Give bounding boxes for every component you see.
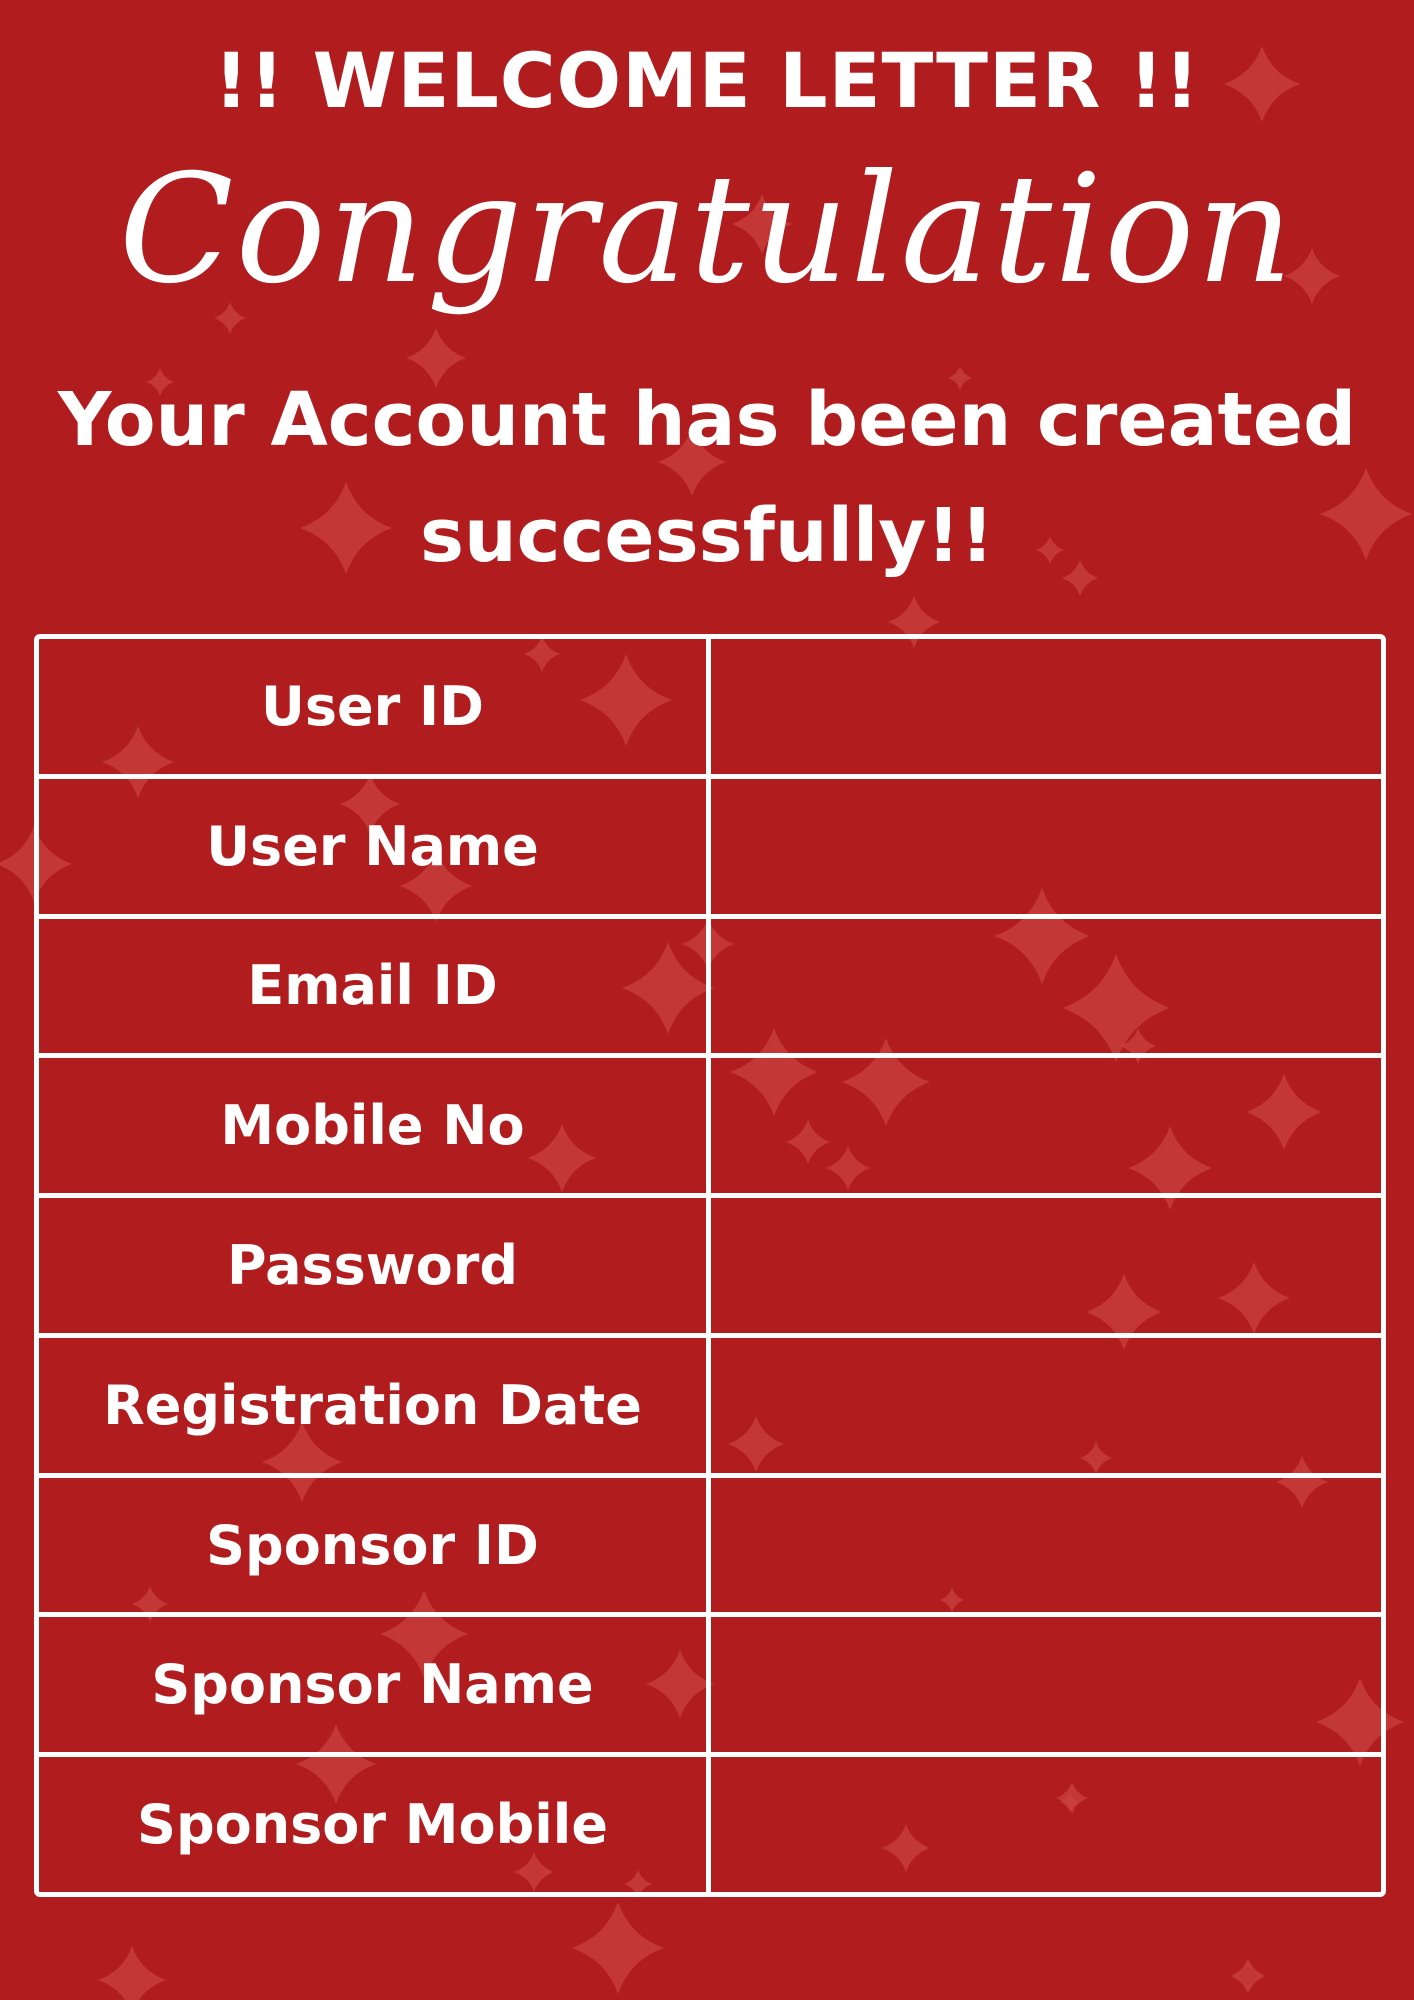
sponsor-mobile-label: Sponsor Mobile: [39, 1757, 711, 1893]
table-row-user-id: User ID: [39, 639, 1381, 774]
sponsor-mobile-value: [711, 1757, 1381, 1892]
table-row-sponsor-name: Sponsor Name: [39, 1612, 1381, 1753]
sponsor-id-label: Sponsor ID: [39, 1477, 711, 1613]
account-details-table: User ID User Name Email ID Mobile No Pas…: [34, 634, 1386, 1897]
table-row-sponsor-mobile: Sponsor Mobile: [39, 1752, 1381, 1893]
welcome-heading: !! WELCOME LETTER !!: [213, 36, 1201, 125]
table-row-email-id: Email ID: [39, 913, 1381, 1054]
sponsor-name-value: [711, 1617, 1381, 1752]
user-name-value: [711, 779, 1381, 914]
welcome-letter: !! WELCOME LETTER !! Congratulation Your…: [0, 0, 1414, 2000]
user-id-value: [711, 639, 1381, 774]
email-id-label: Email ID: [39, 918, 711, 1054]
mobile-no-value: [711, 1058, 1381, 1193]
password-value: [711, 1198, 1381, 1333]
user-id-label: User ID: [39, 639, 711, 774]
table-row-mobile-no: Mobile No: [39, 1053, 1381, 1194]
table-row-user-name: User Name: [39, 773, 1381, 914]
account-created-subtitle: Your Account has been created successful…: [57, 377, 1357, 579]
table-row-sponsor-id: Sponsor ID: [39, 1472, 1381, 1613]
congratulation-title: Congratulation: [118, 143, 1296, 317]
user-name-label: User Name: [39, 778, 711, 914]
sponsor-name-label: Sponsor Name: [39, 1617, 711, 1753]
password-label: Password: [39, 1198, 711, 1333]
registration-date-value: [711, 1338, 1381, 1473]
table-row-password: Password: [39, 1193, 1381, 1333]
mobile-no-label: Mobile No: [39, 1058, 711, 1194]
sponsor-id-value: [711, 1478, 1381, 1613]
registration-date-label: Registration Date: [39, 1337, 711, 1473]
table-row-registration-date: Registration Date: [39, 1332, 1381, 1473]
email-id-value: [711, 919, 1381, 1054]
